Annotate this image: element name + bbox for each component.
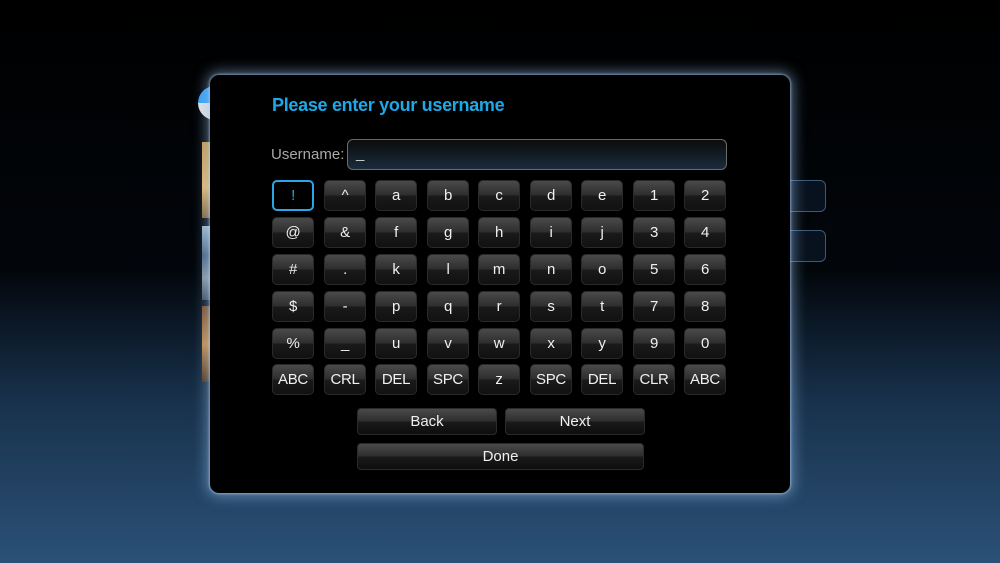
key-0-7[interactable]: 1 xyxy=(633,180,675,211)
key-2-2[interactable]: k xyxy=(375,254,417,285)
username-label: Username: xyxy=(271,146,345,163)
key-5-5[interactable]: SPC xyxy=(530,364,572,395)
key-5-2[interactable]: DEL xyxy=(375,364,417,395)
key-0-8[interactable]: 2 xyxy=(684,180,726,211)
key-3-4[interactable]: r xyxy=(478,291,520,322)
back-button[interactable]: Back xyxy=(357,408,497,435)
dialog-prompt: Please enter your username xyxy=(272,95,505,115)
key-3-5[interactable]: s xyxy=(530,291,572,322)
key-0-1[interactable]: ^ xyxy=(324,180,366,211)
key-5-8[interactable]: ABC xyxy=(684,364,726,395)
key-3-6[interactable]: t xyxy=(581,291,623,322)
key-5-4[interactable]: z xyxy=(478,364,520,395)
key-4-2[interactable]: u xyxy=(375,328,417,359)
key-4-3[interactable]: v xyxy=(427,328,469,359)
key-0-3[interactable]: b xyxy=(427,180,469,211)
key-4-0[interactable]: % xyxy=(272,328,314,359)
key-2-8[interactable]: 6 xyxy=(684,254,726,285)
key-3-1[interactable]: - xyxy=(324,291,366,322)
key-1-7[interactable]: 3 xyxy=(633,217,675,248)
key-1-6[interactable]: j xyxy=(581,217,623,248)
key-1-3[interactable]: g xyxy=(427,217,469,248)
key-2-7[interactable]: 5 xyxy=(633,254,675,285)
next-button[interactable]: Next xyxy=(505,408,645,435)
done-button[interactable]: Done xyxy=(357,443,644,470)
key-0-5[interactable]: d xyxy=(530,180,572,211)
key-5-6[interactable]: DEL xyxy=(581,364,623,395)
key-1-1[interactable]: & xyxy=(324,217,366,248)
key-1-2[interactable]: f xyxy=(375,217,417,248)
key-4-1[interactable]: _ xyxy=(324,328,366,359)
key-5-3[interactable]: SPC xyxy=(427,364,469,395)
key-2-3[interactable]: l xyxy=(427,254,469,285)
key-0-4[interactable]: c xyxy=(478,180,520,211)
key-0-6[interactable]: e xyxy=(581,180,623,211)
key-5-0[interactable]: ABC xyxy=(272,364,314,395)
key-5-1[interactable]: CRL xyxy=(324,364,366,395)
key-1-8[interactable]: 4 xyxy=(684,217,726,248)
key-1-0[interactable]: @ xyxy=(272,217,314,248)
key-4-5[interactable]: x xyxy=(530,328,572,359)
key-2-6[interactable]: o xyxy=(581,254,623,285)
username-input[interactable]: _ xyxy=(347,139,727,170)
key-4-8[interactable]: 0 xyxy=(684,328,726,359)
key-0-2[interactable]: a xyxy=(375,180,417,211)
key-2-5[interactable]: n xyxy=(530,254,572,285)
key-2-0[interactable]: # xyxy=(272,254,314,285)
key-5-7[interactable]: CLR xyxy=(633,364,675,395)
key-4-6[interactable]: y xyxy=(581,328,623,359)
key-2-4[interactable]: m xyxy=(478,254,520,285)
key-0-0[interactable]: ! xyxy=(272,180,314,211)
key-3-8[interactable]: 8 xyxy=(684,291,726,322)
key-4-7[interactable]: 9 xyxy=(633,328,675,359)
key-3-2[interactable]: p xyxy=(375,291,417,322)
key-1-5[interactable]: i xyxy=(530,217,572,248)
key-1-4[interactable]: h xyxy=(478,217,520,248)
key-2-1[interactable]: . xyxy=(324,254,366,285)
key-3-0[interactable]: $ xyxy=(272,291,314,322)
key-3-3[interactable]: q xyxy=(427,291,469,322)
key-3-7[interactable]: 7 xyxy=(633,291,675,322)
key-4-4[interactable]: w xyxy=(478,328,520,359)
